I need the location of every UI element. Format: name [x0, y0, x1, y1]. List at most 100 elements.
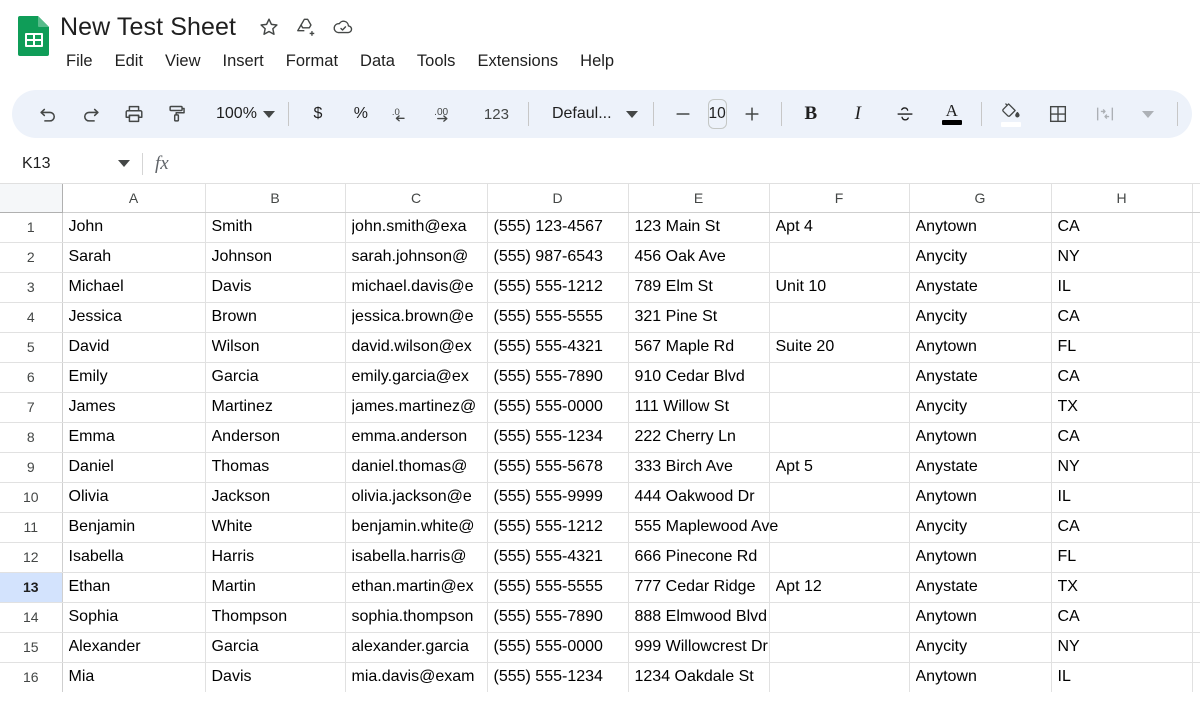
currency-format-button[interactable]: $: [300, 96, 336, 132]
cell-B4[interactable]: Brown: [205, 302, 346, 333]
cell-H13[interactable]: TX: [1051, 572, 1193, 603]
cell-H5[interactable]: FL: [1051, 332, 1193, 363]
cell-C4[interactable]: jessica.brown@e: [345, 302, 488, 333]
row-header-5[interactable]: 5: [0, 332, 63, 363]
cell-D2[interactable]: (555) 987-6543: [487, 242, 629, 273]
cell-C2[interactable]: sarah.johnson@: [345, 242, 488, 273]
cell-E4[interactable]: 321 Pine St: [628, 302, 770, 333]
cell-E9[interactable]: 333 Birch Ave: [628, 452, 770, 483]
cell-C12[interactable]: isabella.harris@: [345, 542, 488, 573]
cell-G5[interactable]: Anytown: [909, 332, 1052, 363]
cell-H2[interactable]: NY: [1051, 242, 1193, 273]
cell-A16[interactable]: Mia: [62, 662, 206, 692]
cell-E11[interactable]: 555 Maplewood Ave: [628, 512, 778, 543]
cell-H6[interactable]: CA: [1051, 362, 1193, 393]
cell-A14[interactable]: Sophia: [62, 602, 206, 633]
cell-E3[interactable]: 789 Elm St: [628, 272, 770, 303]
borders-icon[interactable]: [1040, 96, 1076, 132]
cell-D11[interactable]: (555) 555-1212: [487, 512, 629, 543]
cell-B10[interactable]: Jackson: [205, 482, 346, 513]
cell-E7[interactable]: 111 Willow St: [628, 392, 770, 423]
cell-F7[interactable]: [769, 392, 910, 423]
cell-D7[interactable]: (555) 555-0000: [487, 392, 629, 423]
cell-C15[interactable]: alexander.garcia: [345, 632, 488, 663]
cell-G14[interactable]: Anytown: [909, 602, 1052, 633]
star-icon[interactable]: [258, 16, 280, 38]
row-header-10[interactable]: 10: [0, 482, 63, 513]
cell-B15[interactable]: Garcia: [205, 632, 346, 663]
cell-A9[interactable]: Daniel: [62, 452, 206, 483]
cell-G11[interactable]: Anycity: [909, 512, 1052, 543]
cell-C1[interactable]: john.smith@exa: [345, 212, 488, 243]
cell-D5[interactable]: (555) 555-4321: [487, 332, 629, 363]
column-header-e[interactable]: E: [628, 184, 770, 213]
cell-F2[interactable]: [769, 242, 910, 273]
cell-F15[interactable]: [769, 632, 910, 663]
cell-A10[interactable]: Olivia: [62, 482, 206, 513]
cell-C11[interactable]: benjamin.white@: [345, 512, 488, 543]
document-title[interactable]: New Test Sheet: [60, 13, 236, 42]
cell-G6[interactable]: Anystate: [909, 362, 1052, 393]
cell-E13[interactable]: 777 Cedar Ridge: [628, 572, 770, 603]
cell-D12[interactable]: (555) 555-4321: [487, 542, 629, 573]
cell-A6[interactable]: Emily: [62, 362, 206, 393]
cell-H11[interactable]: CA: [1051, 512, 1193, 543]
column-header-h[interactable]: H: [1051, 184, 1193, 213]
cell-C3[interactable]: michael.davis@e: [345, 272, 488, 303]
cell-G13[interactable]: Anystate: [909, 572, 1052, 603]
cell-G16[interactable]: Anytown: [909, 662, 1052, 692]
cell-A13[interactable]: Ethan: [62, 572, 206, 603]
cell-G7[interactable]: Anycity: [909, 392, 1052, 423]
row-header-9[interactable]: 9: [0, 452, 63, 483]
row-header-14[interactable]: 14: [0, 602, 63, 633]
row-header-7[interactable]: 7: [0, 392, 63, 423]
cell-E6[interactable]: 910 Cedar Blvd: [628, 362, 770, 393]
cell-F3[interactable]: Unit 10: [769, 272, 910, 303]
strikethrough-icon[interactable]: [887, 96, 923, 132]
select-all-corner[interactable]: [0, 184, 63, 213]
cell-A3[interactable]: Michael: [62, 272, 206, 303]
column-header-c[interactable]: C: [345, 184, 488, 213]
cell-D6[interactable]: (555) 555-7890: [487, 362, 629, 393]
cell-F16[interactable]: [769, 662, 910, 692]
cell-C16[interactable]: mia.davis@exam: [345, 662, 488, 692]
cell-C7[interactable]: james.martinez@: [345, 392, 488, 423]
cell-H4[interactable]: CA: [1051, 302, 1193, 333]
formula-input[interactable]: [179, 144, 1200, 183]
cell-D3[interactable]: (555) 555-1212: [487, 272, 629, 303]
column-header-d[interactable]: D: [487, 184, 629, 213]
cell-H12[interactable]: FL: [1051, 542, 1193, 573]
cell-G3[interactable]: Anystate: [909, 272, 1052, 303]
cell-D16[interactable]: (555) 555-1234: [487, 662, 629, 692]
cell-A4[interactable]: Jessica: [62, 302, 206, 333]
cell-C8[interactable]: emma.anderson: [345, 422, 488, 453]
menu-view[interactable]: View: [154, 49, 211, 74]
cell-F1[interactable]: Apt 4: [769, 212, 910, 243]
merge-cells-dropdown[interactable]: [1130, 96, 1166, 132]
row-header-13[interactable]: 13: [0, 572, 63, 603]
cell-B3[interactable]: Davis: [205, 272, 346, 303]
menu-format[interactable]: Format: [275, 49, 349, 74]
cell-D1[interactable]: (555) 123-4567: [487, 212, 629, 243]
menu-data[interactable]: Data: [349, 49, 406, 74]
cell-A2[interactable]: Sarah: [62, 242, 206, 273]
cell-E14[interactable]: 888 Elmwood Blvd: [628, 602, 770, 633]
cell-D13[interactable]: (555) 555-5555: [487, 572, 629, 603]
cell-C13[interactable]: ethan.martin@ex: [345, 572, 488, 603]
cell-B11[interactable]: White: [205, 512, 346, 543]
bold-button[interactable]: B: [793, 96, 829, 132]
cell-D14[interactable]: (555) 555-7890: [487, 602, 629, 633]
row-header-12[interactable]: 12: [0, 542, 63, 573]
move-to-folder-icon[interactable]: [295, 16, 317, 38]
cloud-saved-icon[interactable]: [332, 16, 354, 38]
cell-G8[interactable]: Anytown: [909, 422, 1052, 453]
cell-B12[interactable]: Harris: [205, 542, 346, 573]
cell-G9[interactable]: Anystate: [909, 452, 1052, 483]
cell-D10[interactable]: (555) 555-9999: [487, 482, 629, 513]
row-header-1[interactable]: 1: [0, 212, 63, 243]
undo-button[interactable]: [30, 96, 66, 132]
cell-F14[interactable]: [769, 602, 910, 633]
row-header-3[interactable]: 3: [0, 272, 63, 303]
sheets-logo-icon[interactable]: [14, 10, 54, 64]
cell-G10[interactable]: Anytown: [909, 482, 1052, 513]
